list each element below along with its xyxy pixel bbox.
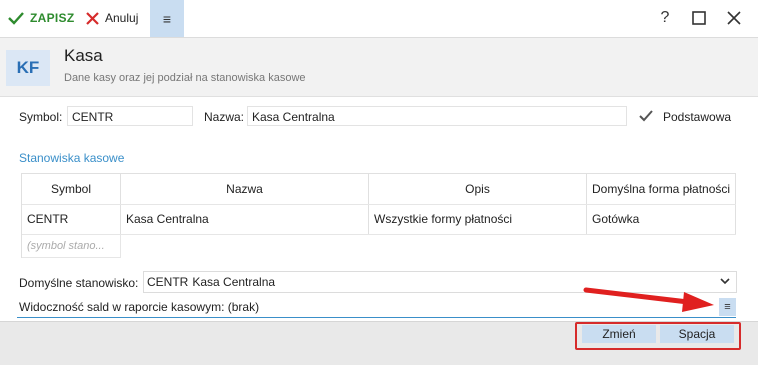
symbol-label: Symbol:	[19, 110, 63, 124]
default-label: Podstawowa	[663, 110, 732, 124]
column-header-description[interactable]: Opis	[369, 174, 587, 204]
save-label: ZAPISZ	[30, 11, 75, 25]
column-header-name[interactable]: Nazwa	[121, 174, 369, 204]
name-label: Nazwa:	[204, 110, 245, 124]
checkmark-icon	[8, 12, 24, 25]
maximize-button[interactable]	[687, 8, 711, 28]
cell-name[interactable]: Kasa Centralna	[121, 205, 369, 234]
default-station-name: Kasa Centralna	[192, 275, 276, 289]
module-badge: KF	[6, 50, 50, 86]
balance-visibility-menu-button[interactable]: ≡	[719, 298, 736, 316]
page-subtitle: Dane kasy oraz jej podział na stanowiska…	[64, 72, 306, 84]
column-header-payment[interactable]: Domyślna forma płatności	[587, 174, 736, 204]
toolbar-menu-button[interactable]: ≡	[150, 0, 184, 37]
stations-title: Stanowiska kasowe	[19, 151, 125, 165]
hamburger-icon: ≡	[724, 301, 731, 313]
stations-table: Symbol Nazwa Opis Domyślna forma płatnoś…	[21, 173, 736, 258]
close-x-icon	[86, 11, 99, 25]
table-header-row: Symbol Nazwa Opis Domyślna forma płatnoś…	[22, 173, 736, 205]
cell-payment[interactable]: Gotówka	[587, 205, 736, 234]
cancel-label: Anuluj	[105, 11, 139, 25]
default-station-label: Domyślne stanowisko:	[19, 276, 139, 290]
cell-description[interactable]: Wszystkie formy płatności	[369, 205, 587, 234]
hamburger-icon: ≡	[162, 10, 172, 27]
change-button[interactable]: Zmień	[582, 325, 656, 343]
new-row-symbol-input[interactable]: (symbol stano...	[22, 235, 121, 258]
close-window-button[interactable]	[722, 8, 746, 28]
page-title: Kasa	[64, 46, 103, 65]
close-icon	[727, 11, 741, 25]
symbol-input[interactable]: CENTR	[67, 106, 193, 126]
help-button[interactable]: ?	[653, 8, 677, 28]
page-header: KF Kasa Dane kasy oraz jej podział na st…	[0, 38, 758, 97]
default-checkbox[interactable]	[638, 108, 654, 124]
toolbar: ZAPISZ Anuluj ≡ ?	[0, 0, 758, 38]
space-key-button[interactable]: Spacja	[660, 325, 734, 343]
cell-symbol[interactable]: CENTR	[22, 205, 121, 234]
cancel-button[interactable]: Anuluj	[86, 8, 138, 28]
help-icon: ?	[660, 9, 670, 26]
name-input[interactable]: Kasa Centralna	[247, 106, 627, 126]
save-button[interactable]: ZAPISZ	[8, 8, 74, 28]
maximize-icon	[692, 11, 706, 25]
table-row[interactable]: CENTR Kasa Centralna Wszystkie formy pła…	[22, 205, 736, 235]
annotation-arrow-icon	[583, 287, 714, 312]
chevron-down-icon	[720, 278, 730, 285]
column-header-symbol[interactable]: Symbol	[22, 174, 121, 204]
default-station-code: CENTR	[147, 275, 189, 289]
